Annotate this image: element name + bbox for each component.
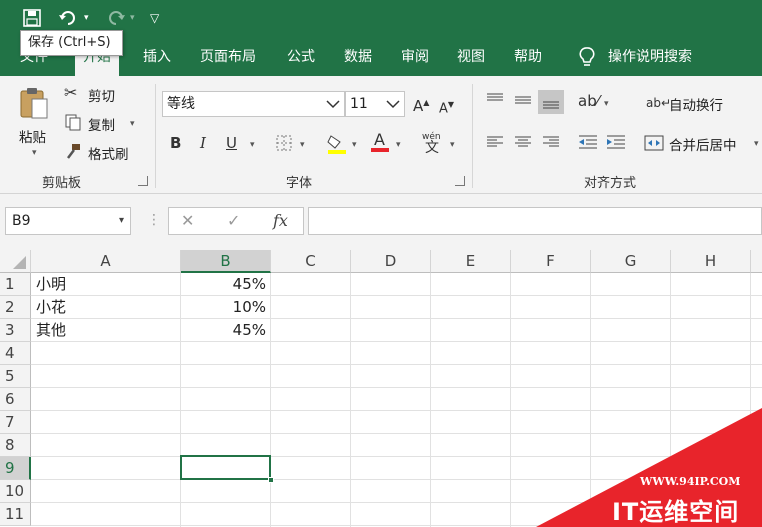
excel-window: ▾ ▾ ▽ 文件 开始 插入 页面布局 公式 数据 审阅 视图 帮助 操作说明搜… (0, 0, 762, 527)
watermark-logo (536, 408, 762, 527)
watermark-url: WWW.94IP.COM (640, 475, 741, 488)
watermark-name: IT运维空间 (612, 498, 740, 526)
